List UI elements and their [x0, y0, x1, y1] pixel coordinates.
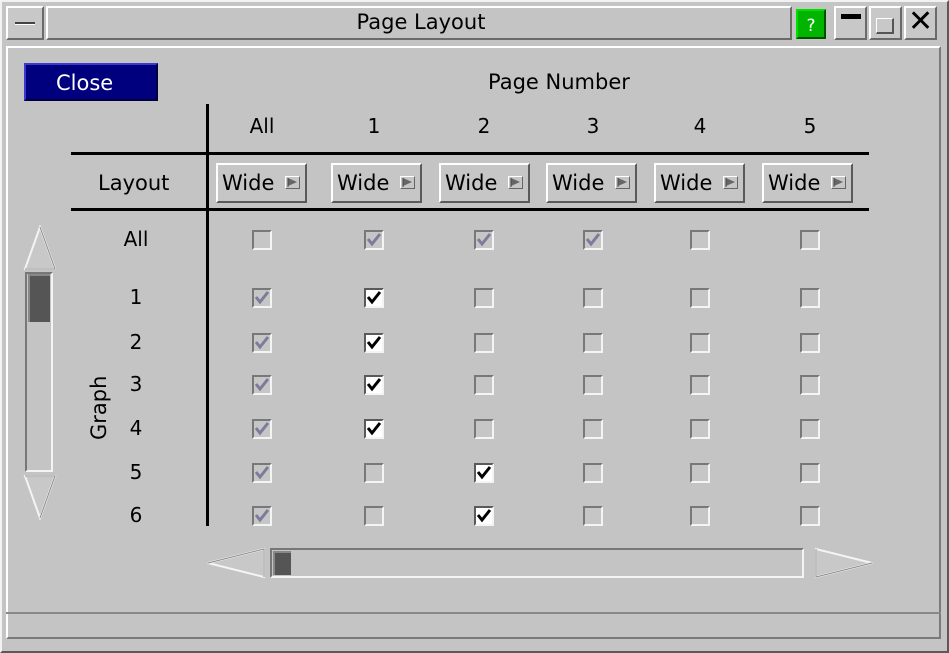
layout-dropdown-value: Wide [222, 171, 275, 195]
checkbox-graph-6-page-1[interactable] [364, 506, 384, 526]
flag-icon [285, 176, 300, 189]
checkbox-graph-6-page-4[interactable] [690, 506, 710, 526]
checkbox-graph-2-page-3[interactable] [583, 333, 603, 353]
page-number-heading: Page Number [488, 70, 630, 94]
row-label: 2 [129, 330, 143, 354]
checkbox-graph-all-page-4[interactable] [690, 230, 710, 250]
checkbox-graph-1-page-4[interactable] [690, 288, 710, 308]
scroll-up-arrow[interactable] [22, 225, 58, 271]
checkbox-graph-1-page-5[interactable] [800, 288, 820, 308]
flag-icon [615, 176, 630, 189]
layout-row-label: Layout [98, 171, 170, 195]
row-label: 5 [129, 460, 143, 484]
checkbox-graph-4-page-1[interactable] [364, 419, 384, 439]
layout-dropdown-all[interactable]: Wide [216, 163, 307, 203]
row-label: 1 [129, 285, 143, 309]
help-button[interactable]: ? [796, 9, 826, 39]
layout-dropdown-3[interactable]: Wide [546, 163, 637, 203]
checkbox-graph-all-page-all[interactable] [252, 230, 272, 250]
layout-dropdown-4[interactable]: Wide [654, 163, 745, 203]
window-title: Page Layout [356, 10, 486, 34]
system-menu-button[interactable] [6, 6, 44, 40]
layout-dropdown-2[interactable]: Wide [439, 163, 530, 203]
status-divider [6, 612, 941, 614]
grid-vertical-divider [206, 104, 209, 526]
checkbox-graph-1-page-3[interactable] [583, 288, 603, 308]
vertical-scroll-thumb[interactable] [28, 274, 50, 322]
checkbox-graph-all-page-2[interactable] [474, 230, 494, 250]
grid-divider-layout [71, 208, 869, 211]
scroll-left-arrow[interactable] [206, 547, 268, 579]
checkbox-graph-5-page-3[interactable] [583, 463, 603, 483]
checkbox-graph-5-page-1[interactable] [364, 463, 384, 483]
checkbox-graph-5-page-all[interactable] [252, 463, 272, 483]
checkbox-graph-2-page-all[interactable] [252, 333, 272, 353]
close-x-icon: ✕ [908, 4, 934, 39]
checkbox-graph-3-page-2[interactable] [474, 375, 494, 395]
checkbox-graph-3-page-all[interactable] [252, 375, 272, 395]
checkbox-graph-5-page-5[interactable] [800, 463, 820, 483]
row-label: 6 [129, 503, 143, 527]
checkbox-graph-all-page-1[interactable] [364, 230, 384, 250]
checkbox-graph-6-page-2[interactable] [474, 506, 494, 526]
checkbox-graph-1-page-1[interactable] [364, 288, 384, 308]
checkbox-graph-1-page-2[interactable] [474, 288, 494, 308]
checkbox-graph-2-page-2[interactable] [474, 333, 494, 353]
checkbox-graph-5-page-4[interactable] [690, 463, 710, 483]
maximize-button[interactable] [869, 6, 902, 40]
checkbox-graph-2-page-5[interactable] [800, 333, 820, 353]
row-label: All [123, 227, 149, 251]
flag-icon [831, 176, 846, 189]
checkbox-graph-3-page-1[interactable] [364, 375, 384, 395]
checkbox-graph-4-page-all[interactable] [252, 419, 272, 439]
column-header: 1 [367, 114, 381, 138]
system-menu-icon [15, 22, 35, 25]
horizontal-scroll-track[interactable] [270, 548, 804, 578]
scroll-right-arrow[interactable] [812, 547, 874, 579]
checkbox-graph-3-page-3[interactable] [583, 375, 603, 395]
checkbox-graph-2-page-1[interactable] [364, 333, 384, 353]
layout-dropdown-value: Wide [660, 171, 713, 195]
checkbox-graph-3-page-4[interactable] [690, 375, 710, 395]
checkbox-graph-6-page-all[interactable] [252, 506, 272, 526]
flag-icon [400, 176, 415, 189]
layout-dropdown-value: Wide [768, 171, 821, 195]
maximize-icon [876, 18, 894, 34]
flag-icon [723, 176, 738, 189]
window-close-button[interactable]: ✕ [904, 6, 937, 40]
layout-dropdown-value: Wide [552, 171, 605, 195]
flag-icon [508, 176, 523, 189]
checkbox-graph-all-page-5[interactable] [800, 230, 820, 250]
layout-dropdown-1[interactable]: Wide [331, 163, 422, 203]
minimize-button[interactable] [834, 6, 867, 40]
checkbox-graph-3-page-5[interactable] [800, 375, 820, 395]
scroll-down-arrow[interactable] [22, 474, 58, 520]
checkbox-graph-6-page-3[interactable] [583, 506, 603, 526]
checkbox-graph-all-page-3[interactable] [583, 230, 603, 250]
horizontal-scroll-thumb[interactable] [273, 551, 291, 575]
row-label: 4 [129, 416, 143, 440]
layout-dropdown-5[interactable]: Wide [762, 163, 853, 203]
column-header: 2 [477, 114, 491, 138]
checkbox-graph-1-page-all[interactable] [252, 288, 272, 308]
checkbox-graph-2-page-4[interactable] [690, 333, 710, 353]
layout-dropdown-value: Wide [445, 171, 498, 195]
checkbox-graph-4-page-3[interactable] [583, 419, 603, 439]
graph-axis-label: Graph [87, 375, 111, 440]
column-header: 3 [586, 114, 600, 138]
checkbox-graph-4-page-4[interactable] [690, 419, 710, 439]
column-header: 4 [693, 114, 707, 138]
column-header: 5 [803, 114, 817, 138]
minimize-icon [841, 14, 861, 19]
column-header: All [249, 114, 275, 138]
checkbox-graph-4-page-5[interactable] [800, 419, 820, 439]
grid-divider-header [71, 152, 869, 155]
checkbox-graph-4-page-2[interactable] [474, 419, 494, 439]
layout-dropdown-value: Wide [337, 171, 390, 195]
checkbox-graph-5-page-2[interactable] [474, 463, 494, 483]
close-button[interactable]: Close [24, 63, 158, 101]
row-label: 3 [129, 372, 143, 396]
checkbox-graph-6-page-5[interactable] [800, 506, 820, 526]
